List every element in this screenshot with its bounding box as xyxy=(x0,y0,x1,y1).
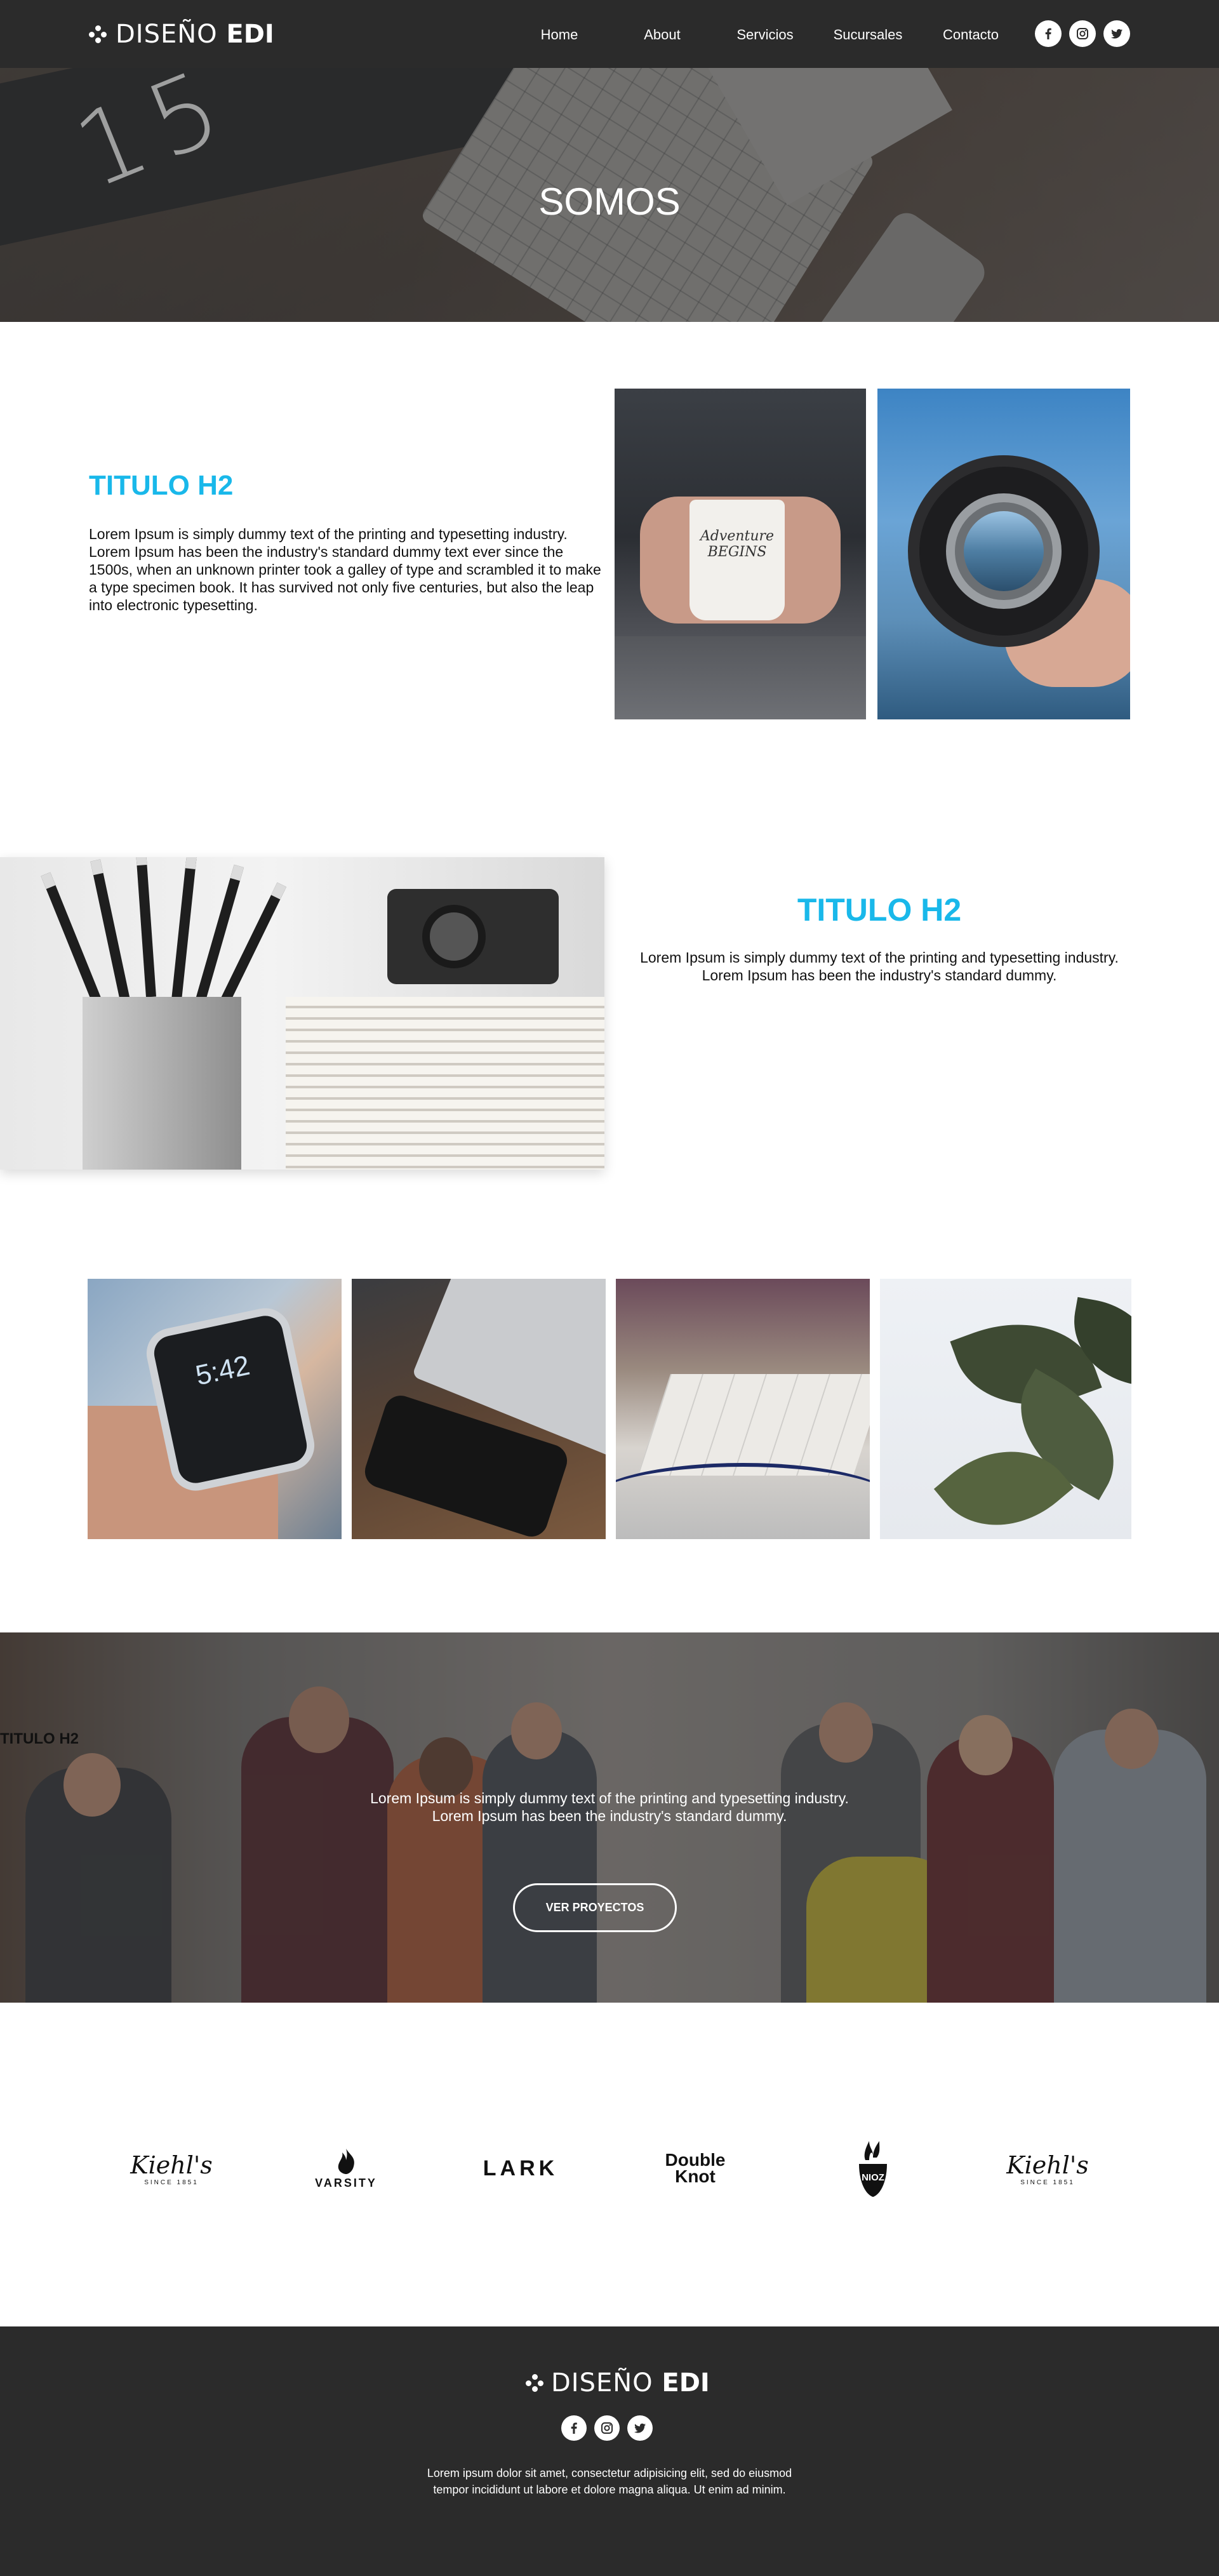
ver-proyectos-button[interactable]: VER PROYECTOS xyxy=(513,1883,677,1932)
brand-logo-varsity: VARSITY xyxy=(298,2133,394,2203)
instagram-icon[interactable] xyxy=(1069,20,1096,47)
instagram-icon[interactable] xyxy=(594,2415,620,2441)
menu-item-about[interactable]: About xyxy=(611,24,714,46)
gallery-phone-laptop-photo xyxy=(352,1279,606,1539)
logo-dots-icon xyxy=(526,2374,543,2392)
camera-lens-photo xyxy=(877,389,1130,719)
nioz-emblem-icon: NIOZ xyxy=(859,2140,887,2197)
logo-dots-icon xyxy=(89,25,107,43)
section1-title: TITULO H2 xyxy=(89,470,234,501)
main-menu: Home About Servicios Sucursales Contacto xyxy=(508,24,1022,46)
team-text: Lorem Ipsum is simply dummy text of the … xyxy=(370,1790,849,1824)
section2-text: Lorem Ipsum is simply dummy text of the … xyxy=(640,949,1119,984)
menu-item-servicios[interactable]: Servicios xyxy=(714,24,816,46)
brand-logo-double-knot: Double Knot xyxy=(665,2150,726,2186)
mug-print: Adventure BEGINS xyxy=(700,528,775,560)
nav-socials xyxy=(1035,20,1130,47)
footer-text: Lorem ipsum dolor sit amet, consectetur … xyxy=(427,2467,792,2496)
footer-logo-text: DISEÑO EDI xyxy=(551,2368,710,2398)
hero-title: SOMOS xyxy=(538,180,681,223)
brand-logo-kiehls: Kiehl's SINCE 1851 xyxy=(130,2151,213,2186)
twitter-icon[interactable] xyxy=(627,2415,653,2441)
top-navbar: DISEÑO EDI Home About Servicios Sucursal… xyxy=(0,0,1219,68)
section1-text: Lorem Ipsum is simply dummy text of the … xyxy=(89,526,601,613)
section2-title: TITULO H2 xyxy=(797,892,962,928)
twitter-icon[interactable] xyxy=(1103,20,1130,47)
brand-logo-kiehls-2: Kiehl's SINCE 1851 xyxy=(1006,2151,1089,2186)
gallery-keyboard-photo xyxy=(616,1279,870,1539)
team-title: TITULO H2 xyxy=(0,1730,79,1747)
site-logo[interactable]: DISEÑO EDI xyxy=(89,18,274,51)
mug-photo: Adventure BEGINS xyxy=(615,389,866,719)
gallery-smartwatch-photo: 5:42 xyxy=(88,1279,342,1539)
pencils-camera-photo xyxy=(0,857,604,1170)
logo-text: DISEÑO EDI xyxy=(116,20,274,49)
facebook-icon[interactable] xyxy=(1035,20,1062,47)
menu-item-contacto[interactable]: Contacto xyxy=(919,24,1022,46)
svg-text:NIOZ: NIOZ xyxy=(862,2172,884,2183)
footer xyxy=(0,2326,1219,2576)
menu-item-sucursales[interactable]: Sucursales xyxy=(816,24,919,46)
gallery-plant-photo xyxy=(880,1279,1131,1539)
footer-logo[interactable]: DISEÑO EDI xyxy=(526,2368,710,2398)
footer-socials xyxy=(561,2415,653,2441)
flame-icon xyxy=(338,2148,354,2174)
brand-logo-lark: LARK xyxy=(483,2156,559,2180)
brand-logo-nioz: NIOZ xyxy=(825,2133,921,2203)
menu-item-home[interactable]: Home xyxy=(508,24,611,46)
hero-banner: 15 SOMOS xyxy=(0,68,1219,322)
facebook-icon[interactable] xyxy=(561,2415,587,2441)
